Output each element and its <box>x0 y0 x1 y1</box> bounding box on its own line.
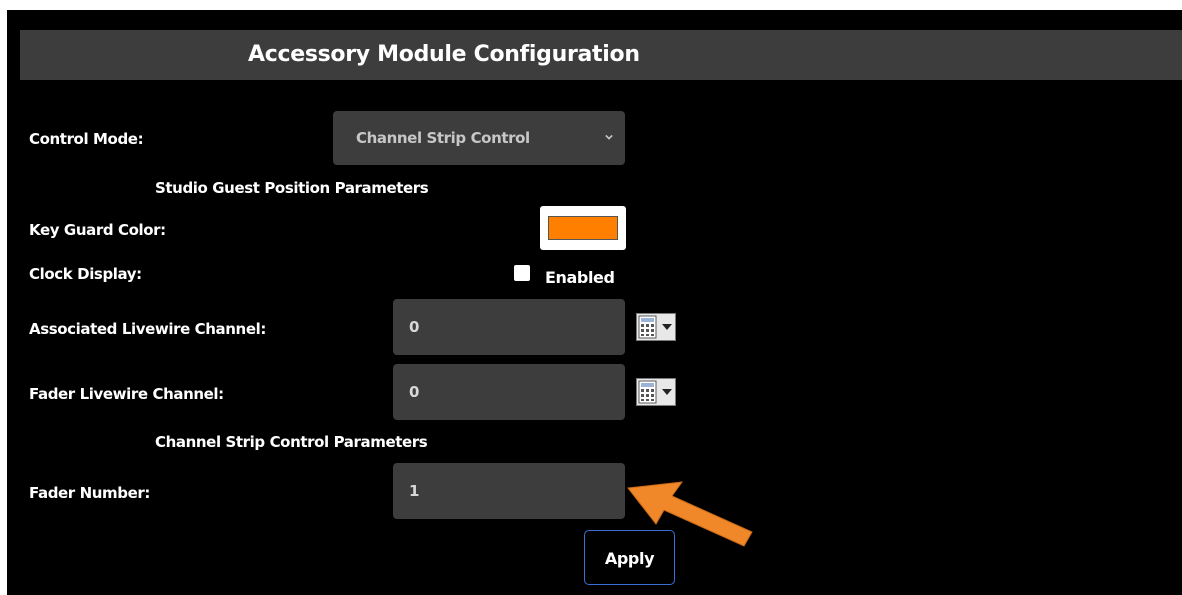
key-guard-color-picker[interactable] <box>540 206 626 250</box>
fader-number-input[interactable]: 1 <box>393 463 625 519</box>
chevron-down-icon <box>605 134 613 140</box>
control-mode-label: Control Mode: <box>29 130 144 148</box>
section-heading-channel-strip: Channel Strip Control Parameters <box>155 433 428 451</box>
calculator-picker-icon[interactable] <box>636 378 676 406</box>
clock-display-checkbox-label: Enabled <box>545 268 615 287</box>
section-heading-studio-guest: Studio Guest Position Parameters <box>155 179 429 197</box>
clock-display-checkbox[interactable] <box>514 265 530 281</box>
page-title: Accessory Module Configuration <box>248 42 640 67</box>
associated-livewire-channel-input[interactable]: 0 <box>393 299 625 355</box>
clock-display-label: Clock Display: <box>29 265 142 283</box>
control-mode-select[interactable]: Channel Strip Control <box>333 111 625 165</box>
fader-livewire-channel-input[interactable]: 0 <box>393 364 625 420</box>
control-mode-value: Channel Strip Control <box>356 129 530 147</box>
fader-number-label: Fader Number: <box>29 484 150 502</box>
apply-button[interactable]: Apply <box>584 530 675 585</box>
key-guard-color-label: Key Guard Color: <box>29 221 166 239</box>
key-guard-color-swatch <box>548 216 618 240</box>
calculator-picker-icon[interactable] <box>636 313 676 341</box>
fader-livewire-channel-label: Fader Livewire Channel: <box>29 385 224 403</box>
associated-livewire-channel-label: Associated Livewire Channel: <box>29 320 266 338</box>
